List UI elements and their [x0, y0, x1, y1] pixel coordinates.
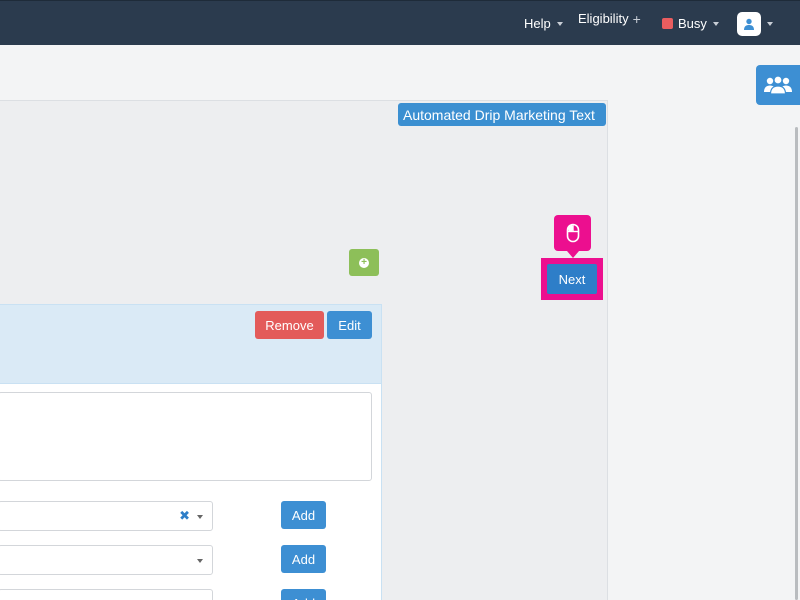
select-field-3[interactable]: [0, 589, 213, 600]
drip-marketing-tag[interactable]: Automated Drip Marketing Text: [398, 103, 606, 126]
help-menu[interactable]: Help: [524, 1, 563, 46]
status-indicator: [662, 18, 673, 29]
help-menu-label: Help: [524, 16, 551, 31]
chevron-down-icon: [767, 21, 773, 26]
select-field-2[interactable]: [0, 545, 213, 575]
eligibility-menu-label: Eligibility: [578, 11, 629, 26]
plus-circle-icon: +: [359, 257, 369, 268]
plus-icon: +: [632, 10, 641, 27]
user-avatar-icon: [744, 18, 754, 30]
chevron-down-icon: [197, 559, 203, 563]
chevron-down-icon: [556, 21, 563, 26]
user-menu[interactable]: [737, 1, 773, 46]
message-textarea[interactable]: [0, 392, 372, 481]
chevron-down-icon: [197, 515, 203, 519]
status-menu[interactable]: Busy: [662, 1, 719, 46]
select-field-1[interactable]: ✖: [0, 501, 213, 531]
status-label: Busy: [678, 16, 707, 31]
mouse-click-icon: [566, 223, 579, 243]
page-scrollbar-thumb[interactable]: [795, 127, 798, 600]
chevron-down-icon: [712, 21, 719, 26]
team-panel-button[interactable]: [756, 65, 800, 105]
remove-button[interactable]: Remove: [255, 311, 324, 339]
step-card-header: [0, 304, 382, 384]
add-button-3[interactable]: Add: [281, 589, 326, 600]
click-hint-badge: [554, 215, 591, 258]
top-navigation-bar: Help Eligibility + Busy: [0, 0, 800, 45]
add-button-1[interactable]: Add: [281, 501, 326, 529]
add-button-2[interactable]: Add: [281, 545, 326, 573]
next-button[interactable]: Next: [547, 264, 597, 294]
add-step-button[interactable]: +: [349, 249, 379, 276]
team-users-icon: [764, 75, 792, 95]
eligibility-menu[interactable]: Eligibility +: [578, 0, 641, 41]
edit-button[interactable]: Edit: [327, 311, 372, 339]
avatar: [737, 11, 761, 36]
clear-icon[interactable]: ✖: [179, 509, 190, 523]
